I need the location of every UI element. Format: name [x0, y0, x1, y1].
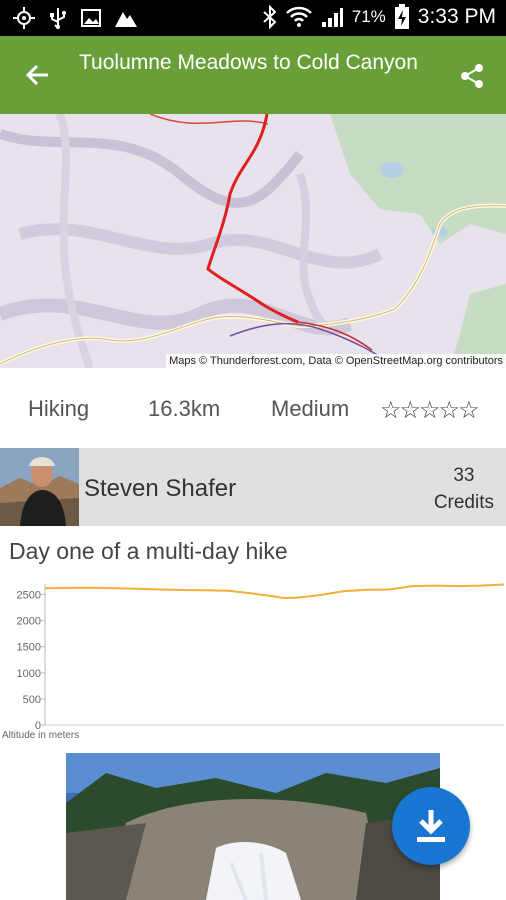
back-arrow-icon[interactable]	[24, 61, 52, 89]
trail-stats: Hiking 16.3km Medium ☆☆☆☆☆	[0, 368, 506, 448]
map-canvas	[0, 114, 506, 368]
page-title: Tuolumne Meadows to Cold Canyon	[79, 51, 418, 74]
download-icon	[417, 810, 445, 842]
star-icon[interactable]: ☆	[380, 397, 401, 424]
star-icon[interactable]: ☆	[458, 397, 479, 424]
star-icon[interactable]: ☆	[439, 397, 460, 424]
activity-type: Hiking	[28, 396, 90, 421]
author-name: Steven Shafer	[84, 475, 237, 502]
author-credits: 33 Credits	[434, 462, 494, 516]
app-bar: Tuolumne Meadows to Cold Canyon	[0, 36, 506, 114]
y-tick-label: 1000	[17, 668, 41, 680]
trail-map[interactable]: Maps © Thunderforest.com, Data © OpenStr…	[0, 114, 506, 368]
status-right: 71% 3:33 PM	[262, 4, 496, 30]
mountain-icon	[115, 12, 137, 27]
rating-stars[interactable]: ☆☆☆☆☆	[380, 396, 480, 425]
distance: 16.3km	[148, 396, 221, 421]
star-icon[interactable]: ☆	[400, 397, 421, 424]
gps-icon	[13, 7, 35, 29]
notification-icons	[12, 6, 138, 30]
y-tick-label: 500	[23, 694, 41, 706]
signal-icon	[321, 8, 343, 27]
credits-count: 33	[453, 465, 475, 486]
altitude-chart-svg: 05001000150020002500Altitude in meters	[2, 583, 505, 741]
difficulty: Medium	[271, 396, 350, 421]
clock: 3:33 PM	[417, 5, 496, 28]
battery-charging-icon	[394, 4, 409, 29]
y-axis-label: Altitude in meters	[2, 730, 79, 741]
y-tick-label: 2500	[17, 589, 41, 601]
image-icon	[81, 9, 101, 27]
author-row[interactable]: Steven Shafer 33 Credits	[0, 448, 506, 526]
altitude-series-line	[44, 583, 505, 600]
download-button[interactable]	[392, 787, 470, 865]
y-tick-label: 1500	[17, 642, 41, 654]
battery-percent: 71%	[351, 7, 386, 26]
altitude-chart: 0 500 1000 1500 2000 2500 Altitude in meters	[0, 580, 506, 745]
trail-photo[interactable]	[66, 753, 440, 900]
status-bar: 71% 3:33 PM	[0, 0, 506, 36]
usb-icon	[50, 8, 66, 29]
avatar[interactable]	[0, 448, 79, 526]
share-icon[interactable]	[459, 63, 485, 89]
star-icon[interactable]: ☆	[419, 397, 440, 424]
trail-description: Day one of a multi-day hike	[9, 538, 288, 564]
map-attribution: Maps © Thunderforest.com, Data © OpenStr…	[166, 354, 506, 368]
wifi-icon	[285, 6, 312, 27]
bluetooth-icon	[263, 5, 277, 29]
credits-label: Credits	[433, 492, 494, 513]
y-tick-label: 2000	[17, 616, 41, 628]
